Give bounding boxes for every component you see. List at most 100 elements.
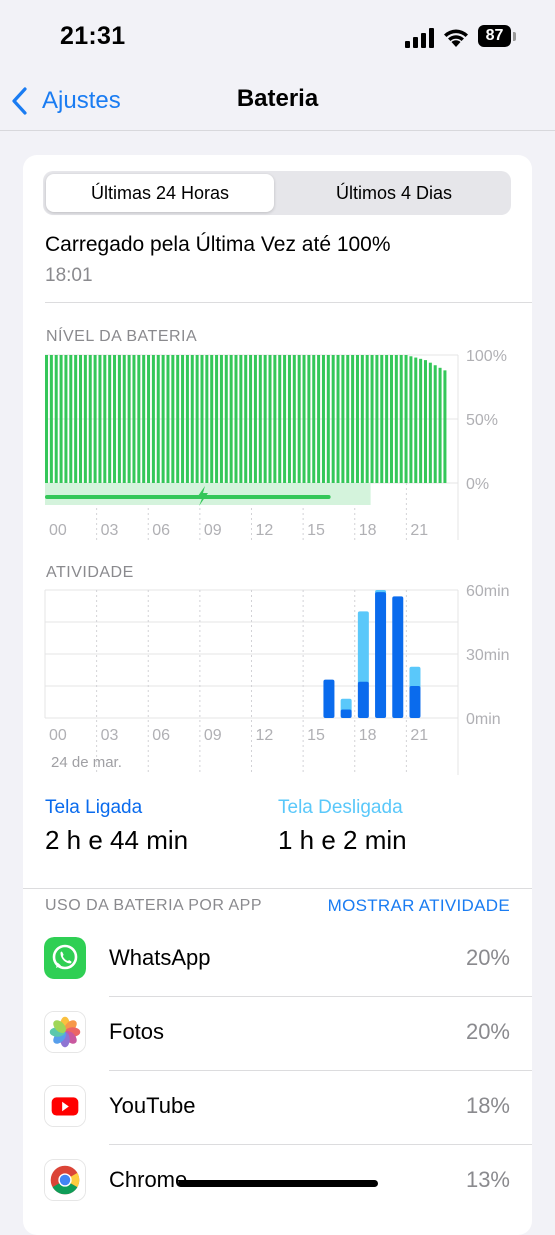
battery-x-tick: 21 xyxy=(410,522,428,539)
battery-y-tick: 50% xyxy=(466,412,498,429)
app-row-youtube[interactable]: YouTube 18% xyxy=(23,1071,532,1145)
battery-bar xyxy=(385,355,389,483)
battery-bar xyxy=(351,355,355,483)
battery-bar xyxy=(215,355,219,483)
battery-level-label: NÍVEL DA BATERIA xyxy=(46,328,198,345)
divider xyxy=(45,302,532,303)
activity-bar-screen-on xyxy=(340,709,352,718)
battery-bar xyxy=(302,355,306,483)
activity-bar-screen-off xyxy=(409,666,421,689)
battery-bar xyxy=(409,356,413,483)
activity-x-tick: 06 xyxy=(152,727,170,744)
segment-last-24-hours[interactable]: Últimas 24 Horas xyxy=(46,174,274,212)
battery-bar xyxy=(132,355,136,483)
battery-bar xyxy=(326,355,330,483)
battery-bar xyxy=(278,355,282,483)
screen-off-label: Tela Desligada xyxy=(278,797,403,818)
divider xyxy=(23,888,532,889)
charging-line xyxy=(45,495,331,499)
battery-x-tick: 12 xyxy=(256,522,274,539)
activity-x-tick: 18 xyxy=(359,727,377,744)
app-row-whatsapp[interactable]: WhatsApp 20% xyxy=(23,923,532,997)
battery-bar xyxy=(244,355,248,483)
battery-bar xyxy=(113,355,117,483)
activity-bar-screen-on xyxy=(375,592,387,718)
battery-bar xyxy=(137,355,141,483)
battery-bar xyxy=(79,355,83,483)
battery-bar xyxy=(127,355,131,483)
app-name: Chrome xyxy=(109,1167,188,1192)
battery-bar xyxy=(331,355,335,483)
screen-off-value: 1 h e 2 min xyxy=(278,825,407,855)
activity-bar-screen-on xyxy=(392,596,404,718)
activity-date-label: 24 de mar. xyxy=(51,754,122,771)
last-charged-text: Carregado pela Última Vez até 100% xyxy=(45,233,391,256)
battery-bar xyxy=(205,355,209,483)
battery-y-tick: 0% xyxy=(466,476,489,493)
battery-bar xyxy=(161,355,165,483)
battery-bar xyxy=(98,355,102,483)
battery-bar xyxy=(263,355,267,483)
battery-bar xyxy=(117,355,121,483)
battery-bar xyxy=(292,355,296,483)
battery-bar xyxy=(287,355,291,483)
app-percent: 20% xyxy=(465,945,510,970)
battery-bar xyxy=(419,358,423,483)
battery-bar xyxy=(346,355,350,483)
activity-x-tick: 15 xyxy=(307,727,325,744)
photos-icon xyxy=(44,1011,86,1053)
battery-bar xyxy=(49,355,53,483)
activity-y-tick: 60min xyxy=(466,583,510,600)
activity-x-tick: 12 xyxy=(256,727,274,744)
battery-bar xyxy=(181,355,185,483)
battery-bar xyxy=(283,355,287,483)
period-segmented-control: Últimas 24 Horas Últimos 4 Dias xyxy=(43,171,511,215)
battery-bar xyxy=(83,355,87,483)
app-name: YouTube xyxy=(109,1093,196,1118)
battery-bar xyxy=(355,355,359,483)
cellular-signal-icon xyxy=(405,28,434,48)
activity-y-tick: 0min xyxy=(466,711,501,728)
battery-bar xyxy=(258,355,262,483)
page-title: Bateria xyxy=(236,85,319,112)
battery-bar xyxy=(297,355,301,483)
activity-y-tick: 30min xyxy=(466,647,510,664)
battery-bar xyxy=(249,355,253,483)
battery-bar xyxy=(54,355,58,483)
battery-bar xyxy=(336,355,340,483)
battery-icon: 87 xyxy=(478,25,518,48)
charging-band xyxy=(45,483,371,505)
battery-x-tick: 09 xyxy=(204,522,222,539)
battery-bar xyxy=(176,355,180,483)
app-name: Fotos xyxy=(109,1019,165,1044)
activity-chart[interactable]: 60min 30min 0min 00 03 06 09 12 15 18 21 xyxy=(23,580,532,775)
battery-bar xyxy=(307,355,311,483)
activity-x-tick: 21 xyxy=(410,727,428,744)
app-name: WhatsApp xyxy=(109,945,211,970)
app-row-fotos[interactable]: Fotos 20% xyxy=(23,997,532,1071)
usage-section-label: USO DA BATERIA POR APP xyxy=(45,897,262,914)
battery-bar xyxy=(239,355,243,483)
battery-bar xyxy=(428,362,432,483)
whatsapp-icon xyxy=(44,937,86,979)
battery-bar xyxy=(394,355,398,483)
battery-bar xyxy=(273,355,277,483)
battery-bar xyxy=(360,355,364,483)
battery-bar xyxy=(414,357,418,483)
battery-bar xyxy=(229,355,233,483)
battery-level-chart[interactable]: 100% 50% 0% 00 03 06 09 12 15 18 21 xyxy=(23,345,532,540)
segment-last-4-days[interactable]: Últimos 4 Dias xyxy=(280,174,508,212)
battery-bar xyxy=(122,355,126,483)
home-indicator[interactable] xyxy=(178,1180,378,1187)
status-time: 21:31 xyxy=(60,22,126,50)
battery-x-tick: 18 xyxy=(359,522,377,539)
activity-bar-screen-on xyxy=(323,679,335,718)
battery-x-tick: 00 xyxy=(49,522,67,539)
battery-bar xyxy=(74,355,78,483)
battery-bar xyxy=(375,355,379,483)
battery-bar xyxy=(151,355,155,483)
battery-bar xyxy=(190,355,194,483)
app-percent: 20% xyxy=(465,1019,510,1044)
battery-bar xyxy=(341,355,345,483)
show-activity-link[interactable]: MOSTRAR ATIVIDADE xyxy=(328,896,510,916)
